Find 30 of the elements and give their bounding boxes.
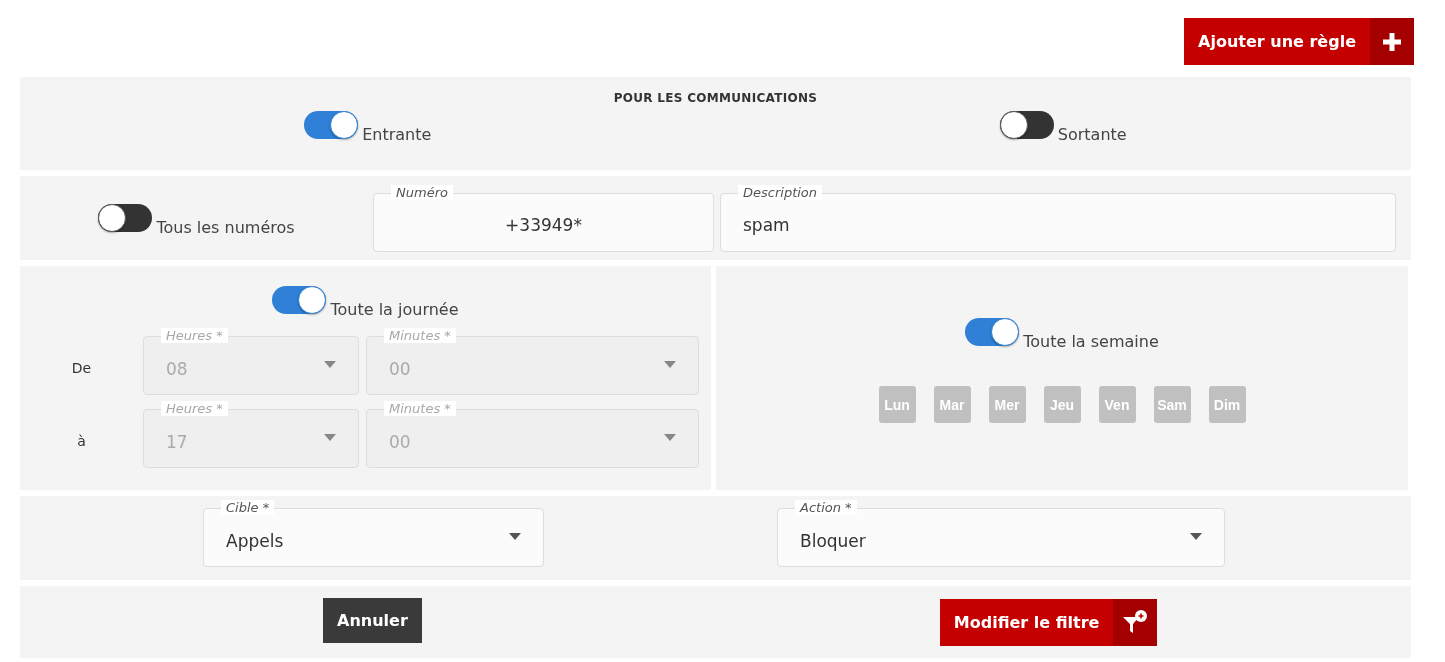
cancel-button[interactable]: Annuler [323,598,422,643]
toggle-label: Sortante [1057,125,1127,144]
caret-icon [509,533,521,540]
modify-filter-button[interactable]: Modifier le filtre [939,599,1158,646]
row-label: De [70,358,93,376]
toggle-label: Toute la journée [330,300,459,319]
toggle-label: Toute la semaine [1023,332,1159,351]
toggle-switch[interactable] [965,318,1020,346]
caret-icon [324,434,336,441]
caret-icon [664,361,676,368]
caret-icon [664,434,676,441]
toggle-switch[interactable] [98,204,153,232]
day-button[interactable]: Dim [1208,386,1246,423]
toggle-switch[interactable] [304,111,359,139]
day-button[interactable]: Lun [878,386,916,423]
add-rule-button[interactable]: Ajouter une règle [1184,18,1414,65]
toggle-switch[interactable] [272,286,327,314]
caret-icon [324,361,336,368]
day-button[interactable]: Jeu [1043,386,1081,423]
toggle-label: Entrante [362,125,432,144]
row-label: à [76,431,87,449]
toggle-switch[interactable] [999,111,1054,139]
section-title: POUR LES COMMUNICATIONS [613,91,818,105]
toggle-label: Tous les numéros [156,218,295,237]
plus-icon [1383,32,1401,51]
caret-icon [1190,533,1202,540]
day-button[interactable]: Mar [933,386,971,423]
day-button[interactable]: Mer [988,386,1026,423]
day-button[interactable]: Ven [1098,386,1136,423]
day-button[interactable]: Sam [1153,386,1191,423]
